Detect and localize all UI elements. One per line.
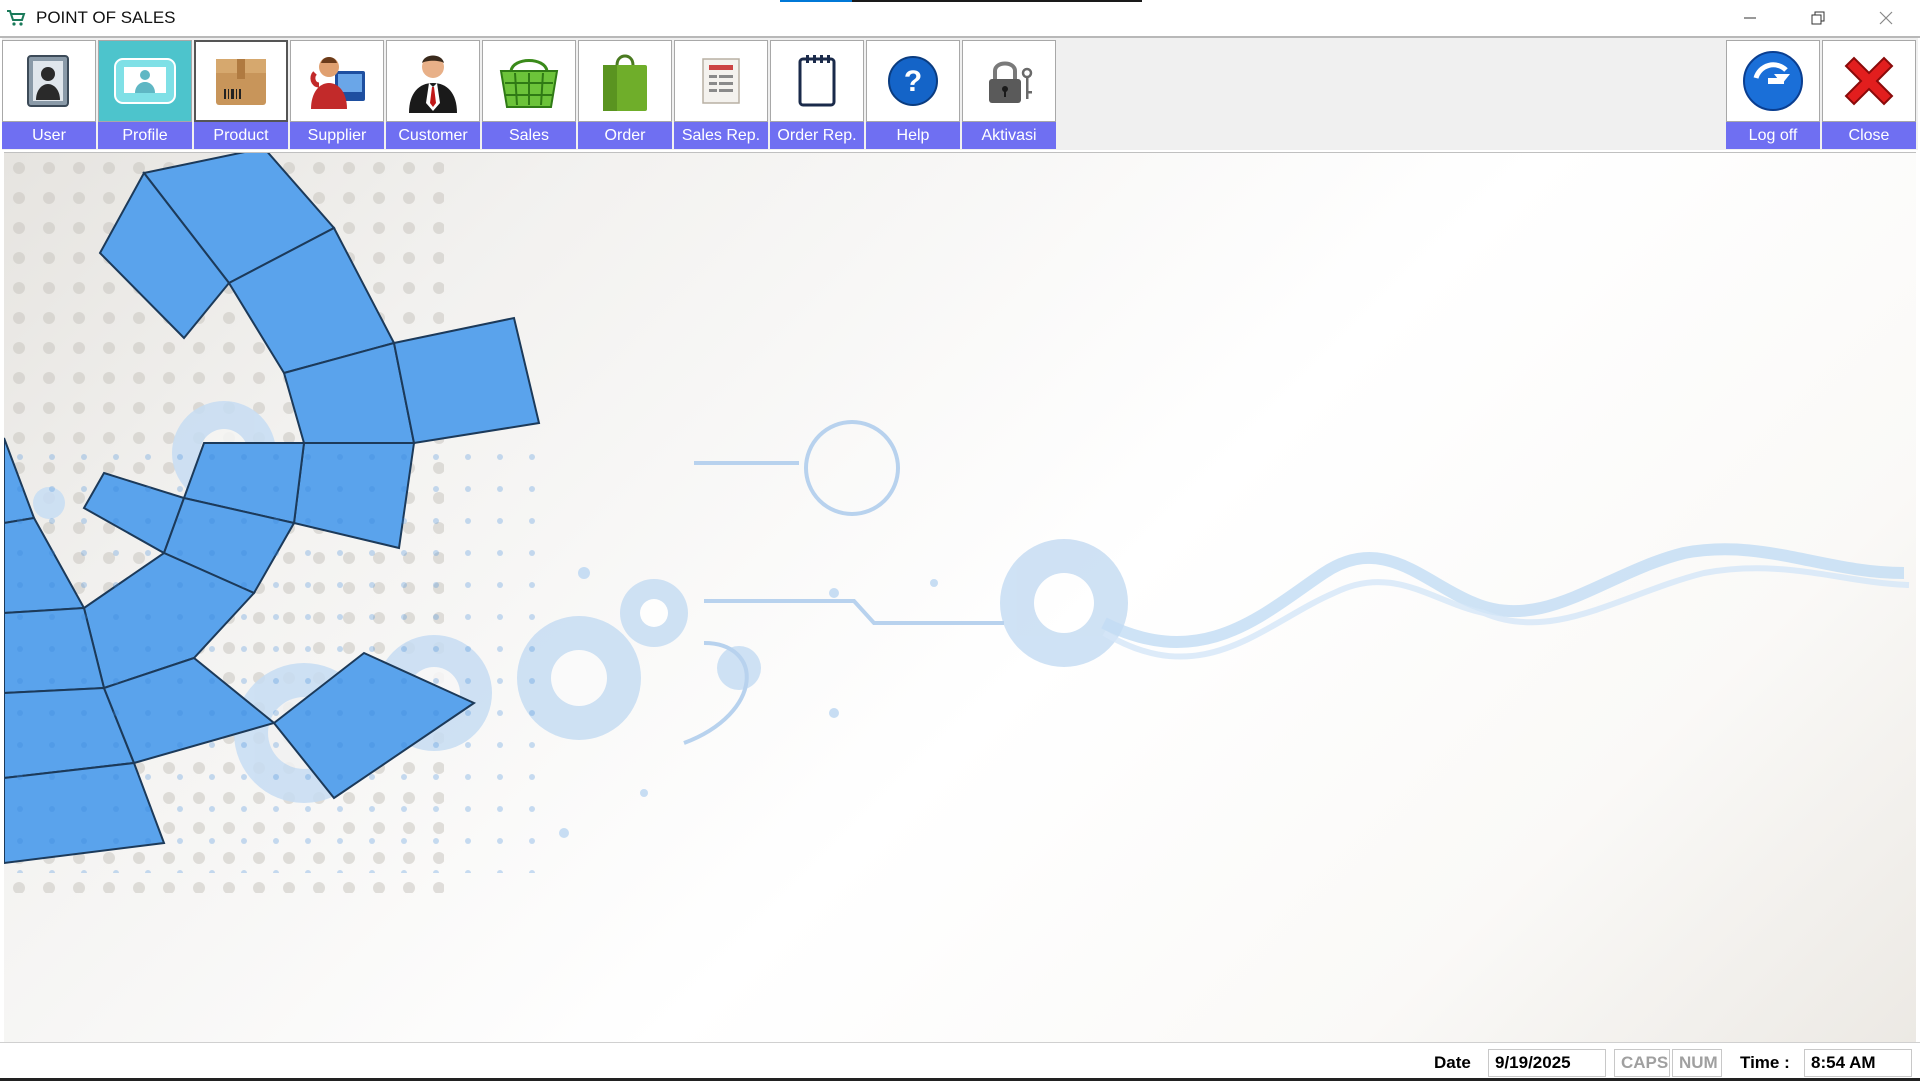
order-report-button[interactable]: Order Rep.	[770, 40, 864, 149]
profile-button[interactable]: Profile	[98, 40, 192, 149]
supplier-phone-icon	[290, 40, 384, 122]
user-id-card-icon	[2, 40, 96, 122]
order-button[interactable]: Order	[578, 40, 672, 149]
toolbar-right-group: Log off Close	[1726, 40, 1918, 149]
shopping-basket-icon	[482, 40, 576, 122]
close-app-button[interactable]: Close	[1822, 40, 1916, 149]
order-label: Order	[578, 122, 672, 149]
minimize-icon[interactable]	[1716, 0, 1784, 36]
notepad-icon	[770, 40, 864, 122]
title-bar: POINT OF SALES	[0, 0, 1920, 36]
date-value: 9/19/2025	[1488, 1049, 1606, 1077]
profile-icon	[98, 40, 192, 122]
shopping-bag-icon	[578, 40, 672, 122]
help-label: Help	[866, 122, 960, 149]
main-toolbar: User Profile Product Supplier Customer S…	[2, 38, 1918, 150]
sales-report-label: Sales Rep.	[674, 122, 768, 149]
toolbar-left-group: User Profile Product Supplier Customer S…	[2, 40, 1058, 149]
customer-button[interactable]: Customer	[386, 40, 480, 149]
logoff-button[interactable]: Log off	[1726, 40, 1820, 149]
report-sheet-icon	[674, 40, 768, 122]
user-label: User	[2, 122, 96, 149]
status-bar: Date 9/19/2025 CAPS NUM Time : 8:54 AM	[0, 1042, 1920, 1081]
user-button[interactable]: User	[2, 40, 96, 149]
date-label: Date	[1434, 1053, 1471, 1072]
time-value: 8:54 AM	[1804, 1049, 1912, 1077]
product-label: Product	[194, 122, 288, 149]
sales-button[interactable]: Sales	[482, 40, 576, 149]
shopping-cart-icon	[6, 8, 26, 28]
order-report-label: Order Rep.	[770, 122, 864, 149]
window-title: POINT OF SALES	[36, 8, 176, 27]
logoff-label: Log off	[1726, 122, 1820, 149]
main-background	[4, 152, 1916, 1043]
caps-indicator: CAPS	[1614, 1049, 1670, 1077]
decorative-wallpaper	[4, 153, 1910, 893]
help-button[interactable]: ? Help	[866, 40, 960, 149]
aktivasi-button[interactable]: Aktivasi	[962, 40, 1056, 149]
close-icon[interactable]	[1852, 0, 1920, 36]
supplier-button[interactable]: Supplier	[290, 40, 384, 149]
product-button[interactable]: Product	[194, 40, 288, 149]
profile-label: Profile	[98, 122, 192, 149]
supplier-label: Supplier	[290, 122, 384, 149]
svg-text:?: ?	[904, 65, 922, 98]
customer-label: Customer	[386, 122, 480, 149]
title-loading-progress	[780, 0, 1142, 2]
logoff-arrow-icon	[1726, 40, 1820, 122]
help-question-icon: ?	[866, 40, 960, 122]
num-indicator: NUM	[1672, 1049, 1722, 1077]
restore-icon[interactable]	[1784, 0, 1852, 36]
close-app-label: Close	[1822, 122, 1916, 149]
sales-label: Sales	[482, 122, 576, 149]
red-x-icon	[1822, 40, 1916, 122]
aktivasi-label: Aktivasi	[962, 122, 1056, 149]
customer-businessman-icon	[386, 40, 480, 122]
product-box-icon	[194, 40, 288, 122]
sales-report-button[interactable]: Sales Rep.	[674, 40, 768, 149]
lock-key-icon	[962, 40, 1056, 122]
time-label: Time :	[1740, 1053, 1790, 1072]
